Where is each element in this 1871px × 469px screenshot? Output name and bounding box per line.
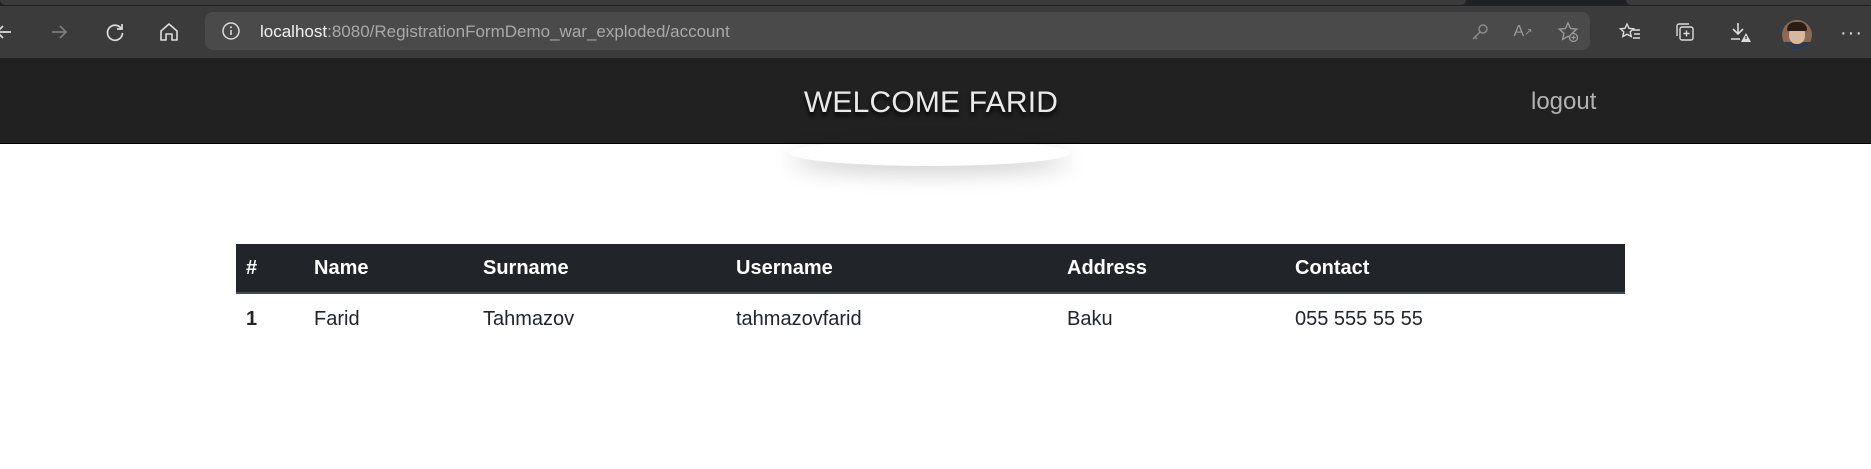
url-host: localhost [260, 22, 328, 41]
browser-toolbar: localhost:8080/RegistrationFormDemo_war_… [0, 6, 1871, 58]
cell-name: Farid [314, 307, 360, 330]
url-path: :8080/RegistrationFormDemo_war_exploded/… [327, 22, 730, 41]
more-icon[interactable]: ··· [1840, 22, 1863, 45]
browser-tab[interactable] [0, 0, 1466, 5]
accounts-table: # Name Surname Username Address Contact … [236, 244, 1625, 344]
url-text[interactable]: localhost:8080/RegistrationFormDemo_war_… [260, 22, 730, 42]
cell-surname: Tahmazov [483, 307, 575, 330]
logout-link[interactable]: logout [1531, 88, 1596, 116]
column-header-username: Username [726, 244, 1057, 294]
cell-address: Baku [1067, 307, 1113, 330]
address-bar[interactable]: localhost:8080/RegistrationFormDemo_war_… [205, 12, 1590, 50]
back-arrow-icon[interactable] [0, 14, 22, 50]
star-add-icon[interactable] [1555, 19, 1581, 45]
cell-contact: 055 555 55 55 [1295, 307, 1423, 330]
column-header-address: Address [1057, 244, 1285, 294]
key-icon[interactable] [1467, 19, 1493, 45]
download-warning-icon[interactable] [1722, 14, 1758, 50]
cell-username: tahmazovfarid [736, 307, 862, 330]
column-header-name: Name [304, 244, 473, 294]
reload-icon[interactable] [97, 14, 133, 50]
column-header-contact: Contact [1285, 244, 1625, 294]
home-icon[interactable] [151, 14, 187, 50]
read-aloud-icon[interactable]: A ↗ [1510, 19, 1536, 45]
table-row: 1 Farid Tahmazov tahmazovfarid Baku 055 … [236, 293, 1625, 344]
table-header-row: # Name Surname Username Address Contact [236, 244, 1625, 294]
info-icon[interactable] [221, 21, 241, 46]
collections-icon[interactable] [1667, 14, 1703, 50]
page-header: WELCOME FARID logout [0, 58, 1871, 144]
avatar[interactable] [1782, 20, 1812, 50]
forward-arrow-icon[interactable] [41, 14, 77, 50]
title-shadow [790, 140, 1070, 166]
column-header-index: # [236, 244, 304, 294]
cell-index: 1 [246, 307, 258, 330]
column-header-surname: Surname [473, 244, 726, 294]
read-aloud-label: A [1513, 23, 1525, 40]
favorites-list-icon[interactable] [1612, 14, 1648, 50]
browser-tab[interactable] [1626, 0, 1871, 5]
